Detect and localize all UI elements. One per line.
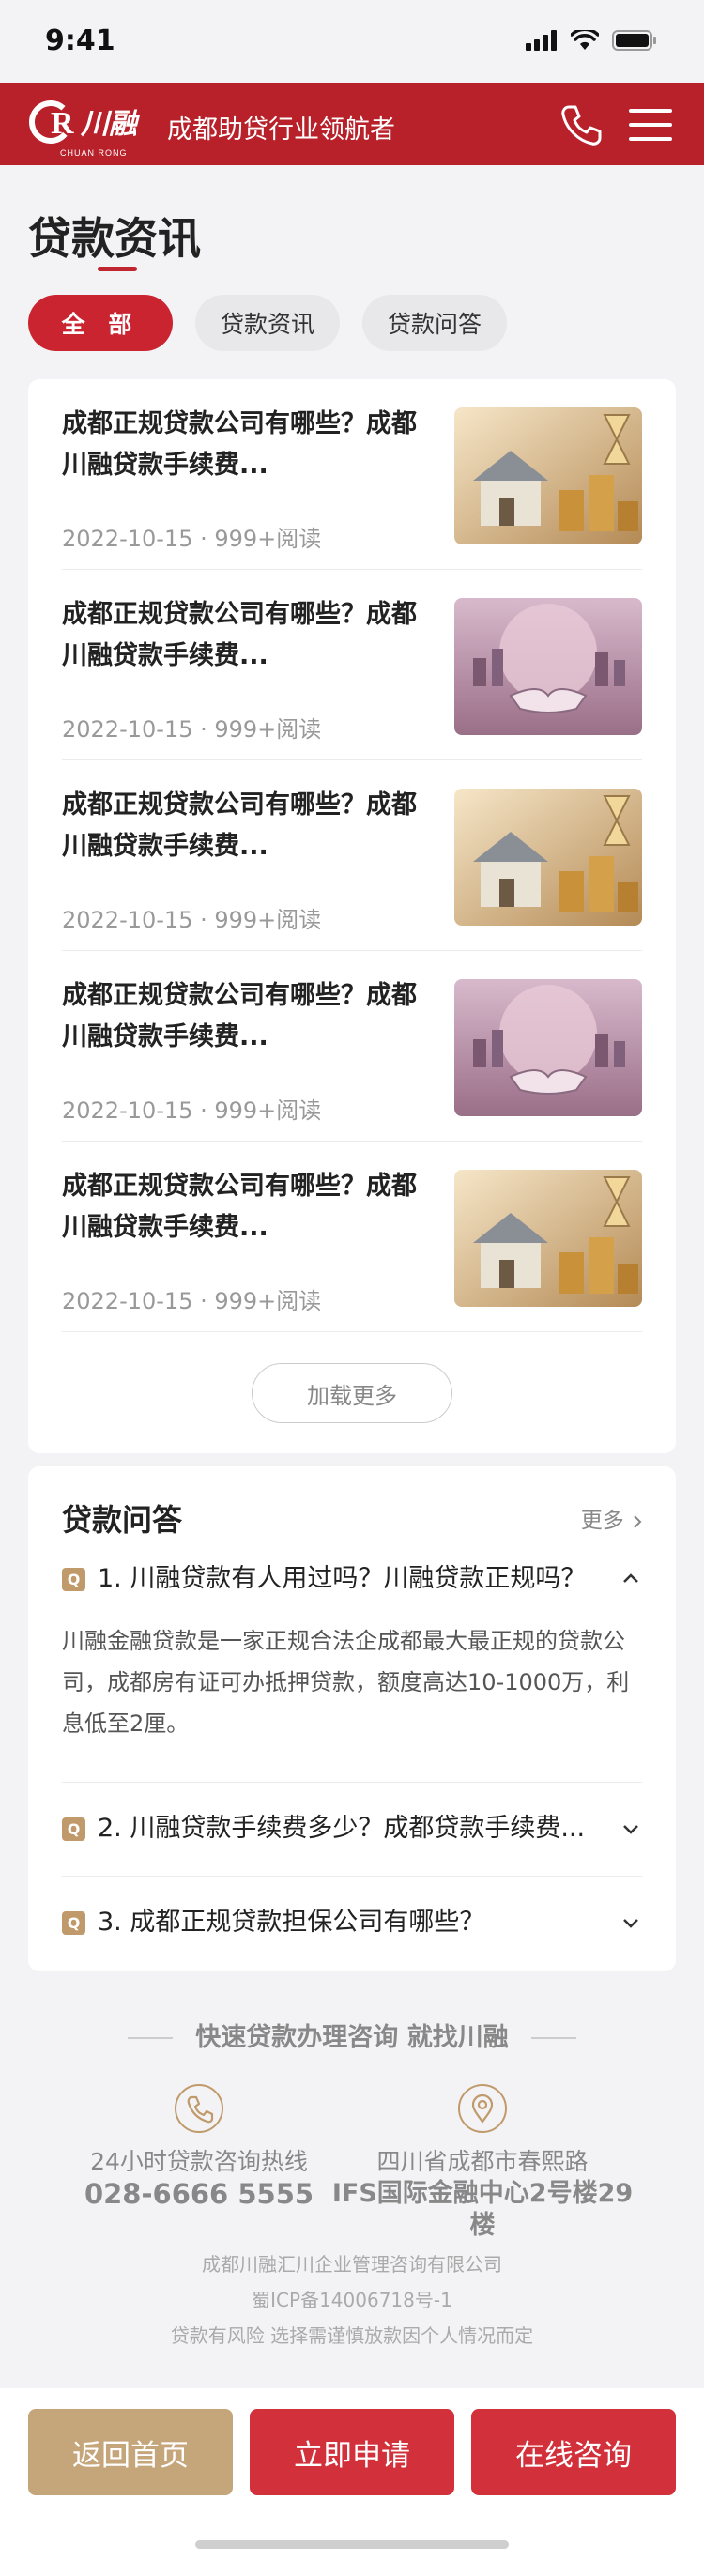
hotline-block[interactable]: 24小时贷款咨询热线 028-6666 5555 [39, 2146, 359, 2210]
divider [531, 2037, 576, 2039]
news-date: 2022-10-15 [62, 1097, 193, 1124]
contact-headline: 快速贷款办理咨询 就找川融 [195, 2023, 509, 2052]
app-header: R 川融 CHUAN RONG 成都助贷行业领航者 [0, 83, 704, 165]
news-item[interactable]: 成都正规贷款公司有哪些？成都川融贷款手续费... 2022-10-15 · 99… [62, 379, 642, 570]
news-reads: 999+阅读 [214, 1097, 322, 1124]
news-reads: 999+阅读 [214, 716, 322, 743]
news-reads: 999+阅读 [214, 526, 322, 552]
q-badge: Q [62, 1911, 85, 1935]
news-item[interactable]: 成都正规贷款公司有哪些？成都川融贷款手续费... 2022-10-15 · 99… [62, 570, 642, 760]
phone-circle-icon[interactable] [175, 2084, 223, 2133]
tab-loan-qa[interactable]: 贷款问答 [362, 295, 507, 351]
hamburger-icon [629, 109, 672, 141]
q-badge: Q [62, 1568, 85, 1591]
hotline-number: 028-6666 5555 [84, 2178, 314, 2210]
tab-loan-news[interactable]: 贷款资讯 [195, 295, 340, 351]
page-title: 贷款资讯 [28, 213, 201, 264]
consult-button[interactable]: 在线咨询 [471, 2409, 676, 2495]
menu-button[interactable] [627, 105, 674, 145]
news-meta: 2022-10-15 · 999+阅读 [62, 907, 322, 933]
news-title: 成都正规贷款公司有哪些？成都川融贷款手续费... [62, 981, 417, 1051]
news-item[interactable]: 成都正规贷款公司有哪些？成都川融贷款手续费... 2022-10-15 · 99… [62, 1142, 642, 1332]
battery-icon [612, 30, 656, 51]
news-date: 2022-10-15 [62, 526, 193, 552]
news-thumbnail-house-coins [454, 407, 642, 544]
bottom-action-bar: 返回首页 立即申请 在线咨询 [0, 2388, 704, 2576]
chevron-right-icon [634, 1514, 642, 1528]
news-thumbnail-house-coins [454, 789, 642, 926]
qa-question-text: 3. 成都正规贷款担保公司有哪些？ [98, 1908, 485, 1937]
brand-logo[interactable]: R 川融 CHUAN RONG [26, 94, 158, 158]
news-list: 成都正规贷款公司有哪些？成都川融贷款手续费... 2022-10-15 · 99… [28, 379, 676, 1453]
news-thumbnail-handshake-globe [454, 979, 642, 1116]
chevron-up-icon [623, 1573, 638, 1583]
qa-question-text: 1. 川融贷款有人用过吗？川融贷款正规吗？ [98, 1564, 587, 1593]
address-block: 四川省成都市春熙路 IFS国际金融中心2号楼29楼 [323, 2146, 642, 2242]
apply-button[interactable]: 立即申请 [250, 2409, 454, 2495]
news-meta: 2022-10-15 · 999+阅读 [62, 716, 322, 743]
news-thumbnail-handshake-globe [454, 598, 642, 735]
news-date: 2022-10-15 [62, 716, 193, 743]
load-more-button[interactable]: 加载更多 [252, 1363, 452, 1423]
svg-text:R: R [51, 106, 74, 141]
news-title: 成都正规贷款公司有哪些？成都川融贷款手续费... [62, 1172, 417, 1242]
status-bar: 9:41 [0, 0, 704, 83]
news-item[interactable]: 成都正规贷款公司有哪些？成都川融贷款手续费... 2022-10-15 · 99… [62, 760, 642, 951]
news-meta: 2022-10-15 · 999+阅读 [62, 526, 322, 552]
news-meta: 2022-10-15 · 999+阅读 [62, 1097, 322, 1124]
divider [62, 1782, 642, 1783]
news-date: 2022-10-15 [62, 1288, 193, 1314]
qa-question-text: 2. 川融贷款手续费多少？成都贷款手续费... [98, 1814, 586, 1843]
logo-text: 川融 [80, 108, 141, 141]
icp-number: 蜀ICP备14006718号-1 [252, 2289, 452, 2311]
phone-button[interactable] [558, 101, 605, 148]
news-title: 成都正规贷款公司有哪些？成都川融贷款手续费... [62, 600, 417, 670]
title-underline [98, 267, 137, 271]
news-thumbnail-house-coins [454, 1170, 642, 1307]
wifi-icon [571, 30, 599, 50]
address-line-1: 四川省成都市春熙路 [376, 2148, 589, 2175]
qa-question-2[interactable]: Q 2. 川融贷款手续费多少？成都贷款手续费... [62, 1808, 642, 1902]
address-line-2: IFS国际金融中心2号楼29楼 [331, 2179, 634, 2240]
news-meta: 2022-10-15 · 999+阅读 [62, 1288, 322, 1314]
news-title: 成都正规贷款公司有哪些？成都川融贷款手续费... [62, 409, 417, 480]
company-name: 成都川融汇川企业管理咨询有限公司 [202, 2253, 502, 2276]
home-indicator [195, 2540, 509, 2549]
news-reads: 999+阅读 [214, 1288, 322, 1314]
qa-answer: 川融金融贷款是一家正规合法企成都最大最正规的贷款公司，成都房有证可办抵押贷款，额… [62, 1628, 630, 1737]
signal-icon [526, 30, 557, 51]
phone-icon [561, 105, 602, 146]
divider [62, 1876, 642, 1877]
news-item[interactable]: 成都正规贷款公司有哪些？成都川融贷款手续费... 2022-10-15 · 99… [62, 951, 642, 1142]
news-reads: 999+阅读 [214, 907, 322, 933]
location-pin-icon [458, 2084, 507, 2133]
chevron-down-icon [623, 1919, 638, 1928]
status-time: 9:41 [45, 24, 115, 57]
status-icons [526, 30, 657, 51]
qa-question-3[interactable]: Q 3. 成都正规贷款担保公司有哪些？ [62, 1902, 642, 1996]
news-title: 成都正规贷款公司有哪些？成都川融贷款手续费... [62, 790, 417, 861]
qa-section: 贷款问答 更多 Q 1. 川融贷款有人用过吗？川融贷款正规吗？ 川融金融贷款是一… [28, 1466, 676, 1971]
tab-all[interactable]: 全 部 [28, 295, 173, 351]
qa-more-link[interactable]: 更多 [581, 1502, 644, 1534]
home-button[interactable]: 返回首页 [28, 2409, 233, 2495]
logo-subtext: CHUAN RONG [60, 148, 128, 158]
news-date: 2022-10-15 [62, 907, 193, 933]
header-slogan: 成都助贷行业领航者 [167, 115, 395, 145]
risk-disclaimer: 贷款有风险 选择需谨慎放款因个人情况而定 [170, 2324, 534, 2347]
hotline-label: 24小时贷款咨询热线 [90, 2148, 308, 2175]
q-badge: Q [62, 1817, 85, 1841]
chevron-down-icon [623, 1825, 638, 1834]
qa-section-title: 贷款问答 [62, 1502, 183, 1538]
qa-more-label: 更多 [580, 1509, 624, 1533]
